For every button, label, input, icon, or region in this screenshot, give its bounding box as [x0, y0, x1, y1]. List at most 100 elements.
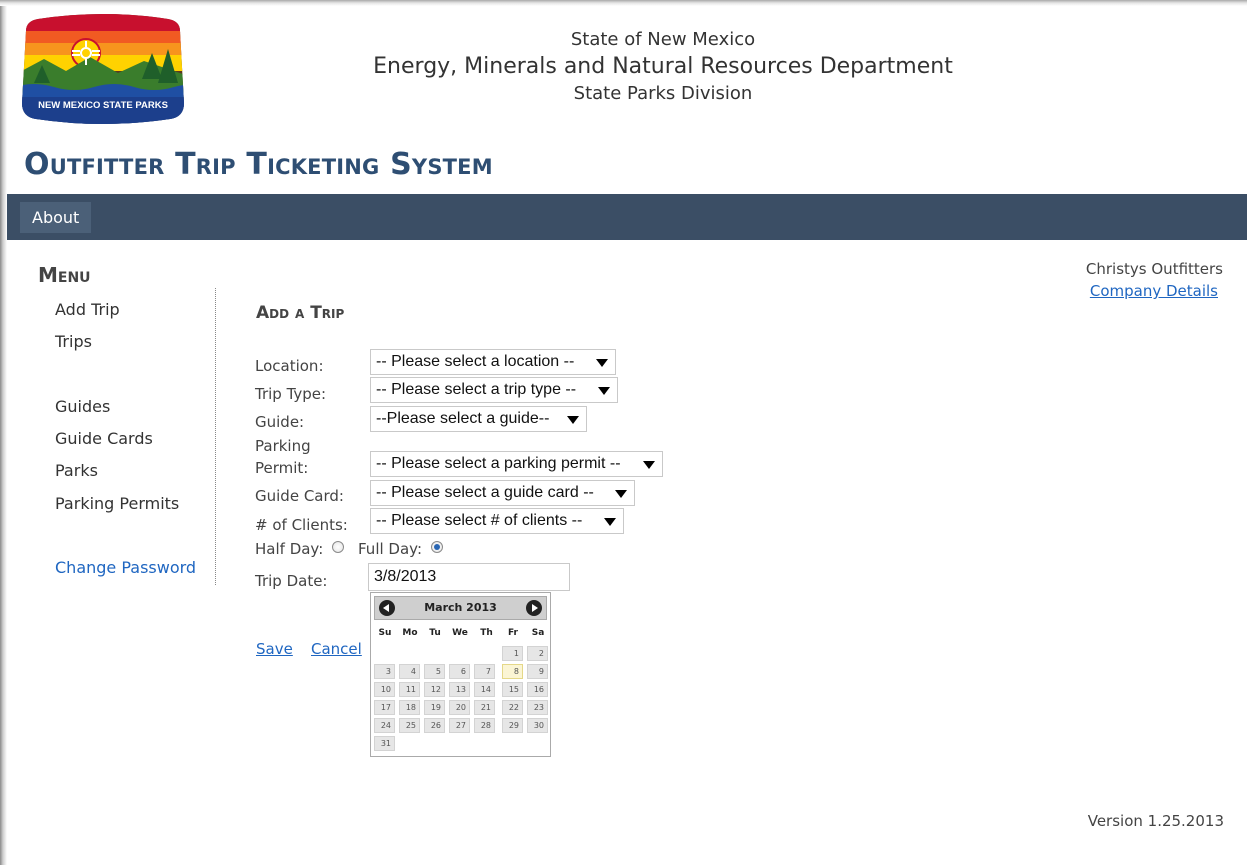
datepicker-day[interactable]: 28: [474, 718, 495, 733]
datepicker-day[interactable]: 2: [527, 646, 548, 661]
sidebar-divider: [215, 288, 216, 585]
guide-select-value: --Please select a guide--: [376, 410, 550, 427]
guide-card-label: Guide Card:: [255, 487, 344, 505]
datepicker-day[interactable]: 9: [527, 664, 548, 679]
header-department: Energy, Minerals and Natural Resources D…: [373, 54, 953, 79]
full-day-radio[interactable]: [431, 541, 443, 553]
datepicker-day[interactable]: 15: [502, 682, 523, 697]
datepicker-day[interactable]: 13: [449, 682, 470, 697]
guide-label: Guide:: [255, 413, 305, 431]
chevron-down-icon: [598, 387, 610, 395]
datepicker-day[interactable]: 3: [374, 664, 395, 679]
datepicker-day[interactable]: 25: [399, 718, 420, 733]
chevron-down-icon: [596, 359, 608, 367]
guide-select[interactable]: --Please select a guide--: [370, 406, 587, 432]
clients-select[interactable]: -- Please select # of clients --: [370, 508, 624, 534]
datepicker-month-label: March 2013: [424, 601, 497, 614]
datepicker-day[interactable]: 24: [374, 718, 395, 733]
top-navbar: About: [7, 194, 1247, 240]
datepicker-weekday: We: [452, 628, 468, 638]
header-division: State Parks Division: [573, 83, 753, 104]
sidebar-item-add-trip[interactable]: Add Trip: [55, 300, 120, 319]
chevron-down-icon: [567, 416, 579, 424]
datepicker-day[interactable]: 7: [474, 664, 495, 679]
system-title: Outfitter Trip Ticketing System: [24, 147, 493, 182]
trip-type-select[interactable]: -- Please select a trip type --: [370, 377, 618, 403]
datepicker-day[interactable]: 21: [474, 700, 495, 715]
clients-select-value: -- Please select # of clients --: [376, 512, 583, 529]
datepicker-day[interactable]: 19: [424, 700, 445, 715]
sidebar-item-parks[interactable]: Parks: [55, 461, 98, 480]
datepicker-day[interactable]: 14: [474, 682, 495, 697]
datepicker-day[interactable]: 4: [399, 664, 420, 679]
parking-permit-label-line2: Permit:: [255, 459, 309, 477]
datepicker-weekday: Sa: [531, 628, 545, 638]
datepicker-day[interactable]: 18: [399, 700, 420, 715]
datepicker-day[interactable]: 26: [424, 718, 445, 733]
datepicker-day[interactable]: 31: [374, 736, 395, 751]
trip-type-select-value: -- Please select a trip type --: [376, 381, 577, 398]
datepicker-weekday: Mo: [402, 628, 418, 638]
parking-permit-select-value: -- Please select a parking permit --: [376, 455, 621, 472]
trip-date-label: Trip Date:: [255, 572, 328, 590]
datepicker-weekday: Fr: [507, 628, 518, 638]
sidebar-item-change-password[interactable]: Change Password: [55, 558, 196, 577]
clients-label: # of Clients:: [255, 516, 348, 534]
window-top-border: [0, 0, 1247, 6]
location-label: Location:: [255, 357, 324, 375]
datepicker-day[interactable]: 17: [374, 700, 395, 715]
datepicker-day[interactable]: 27: [449, 718, 470, 733]
datepicker-day[interactable]: 10: [374, 682, 395, 697]
sidebar-item-parking-permits[interactable]: Parking Permits: [55, 494, 179, 513]
datepicker-header: March 2013: [374, 596, 547, 620]
location-select[interactable]: -- Please select a location --: [370, 349, 616, 375]
header-titles: State of New Mexico Energy, Minerals and…: [300, 28, 1026, 106]
datepicker-day[interactable]: 5: [424, 664, 445, 679]
datepicker-weekday: Th: [480, 628, 493, 638]
datepicker-day[interactable]: 22: [502, 700, 523, 715]
datepicker-day[interactable]: 30: [527, 718, 548, 733]
save-link[interactable]: Save: [256, 640, 293, 658]
parking-permit-select[interactable]: -- Please select a parking permit --: [370, 451, 663, 477]
window-left-border: [0, 0, 7, 865]
menu-title: Menu: [38, 263, 91, 287]
datepicker-day[interactable]: 16: [527, 682, 548, 697]
datepicker-prev-icon[interactable]: [379, 600, 395, 616]
datepicker-weekday: Su: [378, 628, 392, 638]
datepicker-day[interactable]: 1: [502, 646, 523, 661]
datepicker-day[interactable]: 12: [424, 682, 445, 697]
chevron-down-icon: [604, 518, 616, 526]
datepicker-day[interactable]: 8: [502, 664, 523, 679]
datepicker-day[interactable]: 6: [449, 664, 470, 679]
trip-type-label: Trip Type:: [255, 385, 327, 403]
company-details-link[interactable]: Company Details: [1090, 282, 1218, 300]
half-day-radio[interactable]: [332, 541, 344, 553]
chevron-down-icon: [615, 490, 627, 498]
company-name: Christys Outfitters: [1085, 260, 1223, 278]
version-label: Version 1.25.2013: [1087, 812, 1224, 830]
full-day-label: Full Day:: [358, 540, 422, 558]
datepicker-popup: March 2013 Su Mo Tu We Th Fr Sa 1 2 3 4 5 6 7 8 9 10 11 12…: [370, 592, 551, 757]
nav-about[interactable]: About: [20, 202, 92, 233]
datepicker-day[interactable]: 20: [449, 700, 470, 715]
logo-text: NEW MEXICO STATE PARKS: [38, 100, 168, 111]
sidebar-item-guide-cards[interactable]: Guide Cards: [55, 429, 153, 448]
location-select-value: -- Please select a location --: [376, 353, 575, 370]
form-title: Add a Trip: [256, 303, 345, 323]
datepicker-weekday: Tu: [429, 628, 441, 638]
sidebar-item-guides[interactable]: Guides: [55, 397, 110, 416]
cancel-link[interactable]: Cancel: [311, 640, 362, 658]
datepicker-day[interactable]: 11: [399, 682, 420, 697]
datepicker-day[interactable]: 23: [527, 700, 548, 715]
state-parks-logo: NEW MEXICO STATE PARKS: [22, 14, 184, 124]
half-day-label: Half Day:: [255, 540, 324, 558]
datepicker-day[interactable]: 29: [502, 718, 523, 733]
sidebar-item-trips[interactable]: Trips: [55, 332, 92, 351]
datepicker-next-icon[interactable]: [526, 600, 542, 616]
header-state: State of New Mexico: [570, 29, 756, 50]
guide-card-select-value: -- Please select a guide card --: [376, 484, 594, 501]
chevron-down-icon: [643, 461, 655, 469]
parking-permit-label-line1: Parking: [255, 437, 311, 455]
trip-date-input[interactable]: 3/8/2013: [368, 563, 570, 591]
guide-card-select[interactable]: -- Please select a guide card --: [370, 480, 635, 506]
